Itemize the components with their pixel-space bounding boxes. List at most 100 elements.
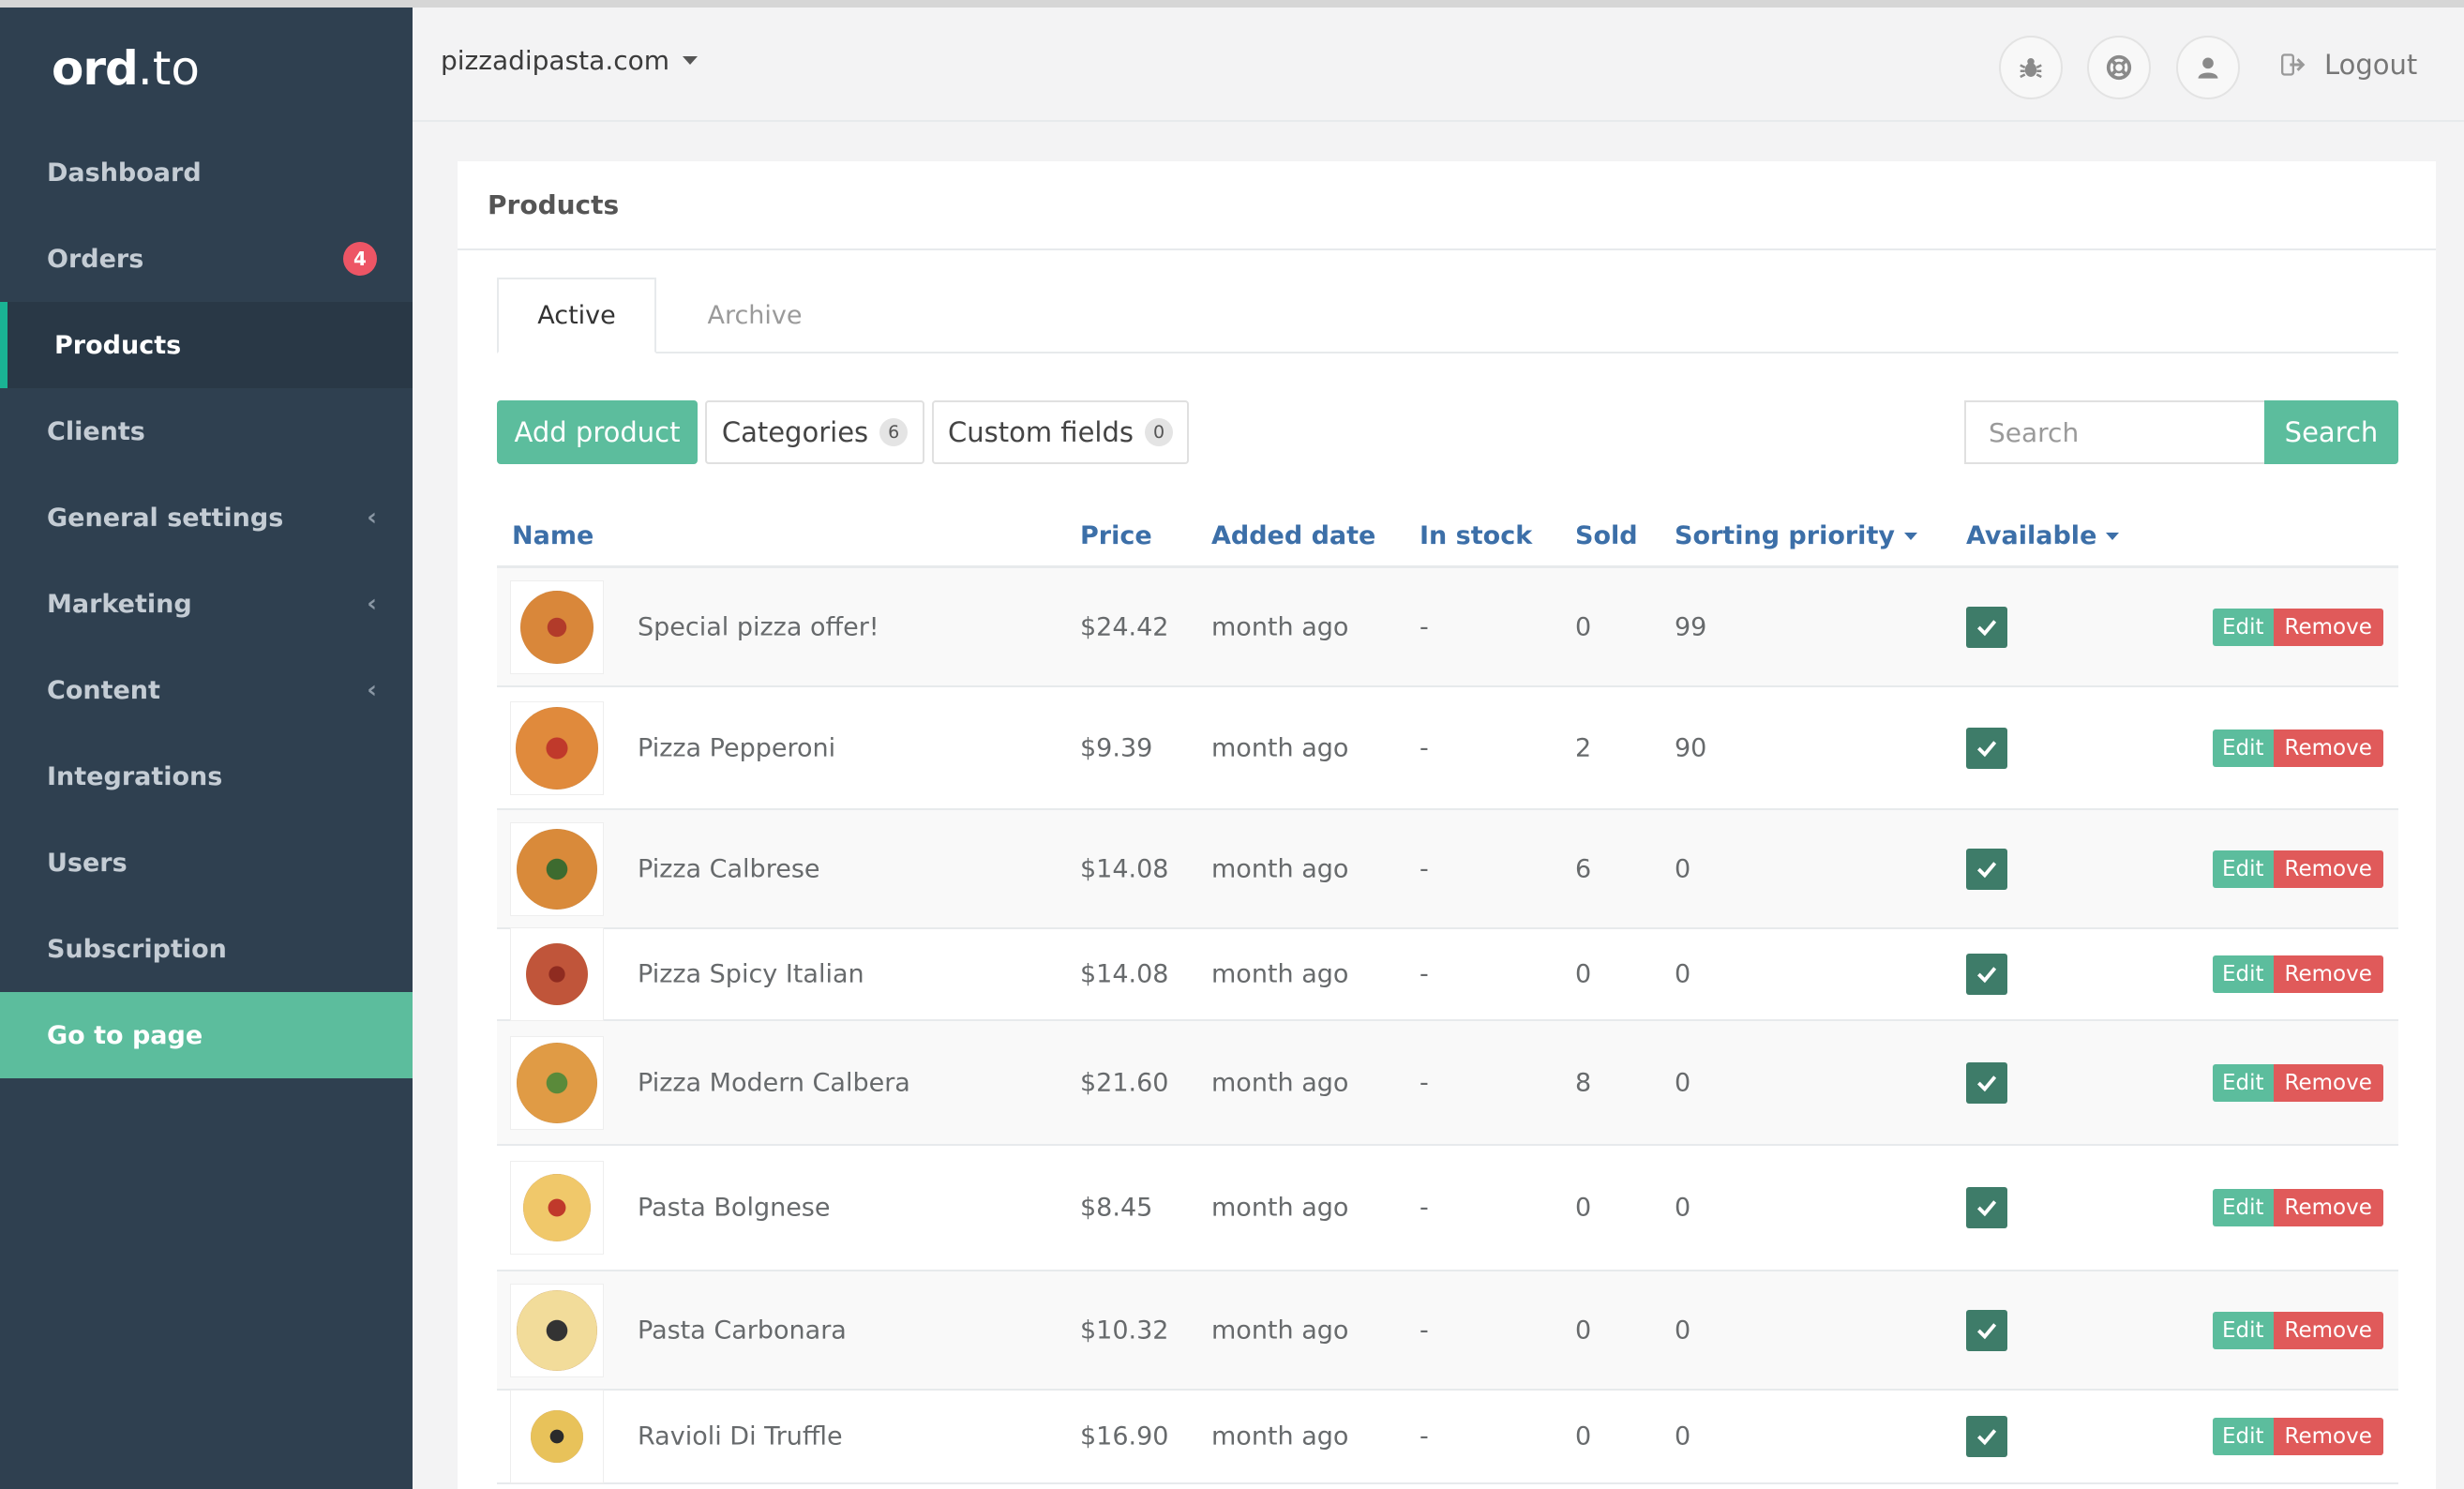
tab-archive[interactable]: Archive bbox=[656, 278, 853, 353]
product-price: $16.90 bbox=[1080, 1421, 1169, 1451]
domain-selector[interactable]: pizzadipasta.com bbox=[441, 45, 699, 76]
sidebar-item-go-to-page[interactable]: Go to page bbox=[0, 992, 413, 1078]
edit-button[interactable]: Edit bbox=[2213, 1311, 2274, 1349]
edit-button[interactable]: Edit bbox=[2213, 608, 2274, 646]
column-header-added-date[interactable]: Added date bbox=[1211, 521, 1375, 550]
column-header-price[interactable]: Price bbox=[1080, 521, 1152, 550]
user-profile-button[interactable] bbox=[2176, 36, 2240, 99]
top-bar: pizzadipasta.com Logout bbox=[413, 8, 2464, 122]
product-thumbnail[interactable] bbox=[510, 1161, 604, 1255]
remove-button[interactable]: Remove bbox=[2273, 955, 2383, 993]
sidebar-item-users[interactable]: Users bbox=[0, 820, 413, 906]
edit-button[interactable]: Edit bbox=[2213, 1063, 2274, 1102]
product-in-stock: - bbox=[1420, 959, 1429, 989]
remove-button[interactable]: Remove bbox=[2273, 850, 2383, 888]
edit-button[interactable]: Edit bbox=[2213, 955, 2274, 993]
product-thumbnail[interactable] bbox=[510, 579, 604, 674]
product-added-date: month ago bbox=[1211, 1068, 1349, 1097]
available-checkbox[interactable] bbox=[1966, 1416, 2007, 1457]
row-actions: Edit Remove bbox=[2213, 850, 2383, 888]
sidebar-item-content[interactable]: Content ‹ bbox=[0, 647, 413, 733]
sidebar-item-orders[interactable]: Orders 4 bbox=[0, 216, 413, 302]
table-row: Pizza Modern Calbera $21.60 month ago - 8 0 Ed… bbox=[497, 1021, 2398, 1146]
row-actions: Edit Remove bbox=[2213, 1063, 2383, 1102]
sidebar-item-dashboard[interactable]: Dashboard bbox=[0, 129, 413, 216]
product-thumbnail[interactable] bbox=[510, 1283, 604, 1377]
column-header-available[interactable]: Available bbox=[1966, 521, 2120, 550]
sidebar-item-label: Go to page bbox=[47, 1020, 203, 1050]
available-checkbox[interactable] bbox=[1966, 606, 2007, 648]
chevron-left-icon: ‹ bbox=[367, 676, 377, 704]
product-name[interactable]: Special pizza offer! bbox=[638, 612, 879, 641]
product-thumbnail[interactable] bbox=[510, 927, 604, 1021]
sidebar-item-products[interactable]: Products bbox=[0, 302, 413, 388]
column-header-sold-label: Sold bbox=[1575, 521, 1638, 550]
available-checkbox[interactable] bbox=[1966, 1061, 2007, 1104]
sidebar-item-general-settings[interactable]: General settings ‹ bbox=[0, 474, 413, 561]
product-sorting-priority: 0 bbox=[1675, 1421, 1691, 1451]
product-name[interactable]: Pizza Pepperoni bbox=[638, 733, 835, 762]
column-header-sorting-priority-label: Sorting priority bbox=[1675, 521, 1895, 550]
column-header-name[interactable]: Name bbox=[512, 521, 593, 550]
chevron-left-icon: ‹ bbox=[367, 504, 377, 532]
edit-button[interactable]: Edit bbox=[2213, 1418, 2274, 1455]
product-name[interactable]: Pasta Carbonara bbox=[638, 1316, 847, 1345]
custom-fields-label: Custom fields bbox=[947, 416, 1134, 448]
product-name[interactable]: Pasta Bolgnese bbox=[638, 1194, 830, 1223]
available-checkbox[interactable] bbox=[1966, 727, 2007, 769]
available-checkbox[interactable] bbox=[1966, 1309, 2007, 1351]
remove-button[interactable]: Remove bbox=[2273, 729, 2383, 767]
remove-button[interactable]: Remove bbox=[2273, 1189, 2383, 1226]
product-image bbox=[517, 1289, 597, 1371]
product-thumbnail[interactable] bbox=[510, 1035, 604, 1130]
edit-button[interactable]: Edit bbox=[2213, 850, 2274, 888]
product-name[interactable]: Pizza Calbrese bbox=[638, 854, 820, 883]
edit-button[interactable]: Edit bbox=[2213, 729, 2274, 767]
search-input[interactable] bbox=[1964, 400, 2264, 464]
add-product-button[interactable]: Add product bbox=[497, 400, 698, 464]
check-icon bbox=[1976, 619, 1997, 636]
row-actions: Edit Remove bbox=[2213, 729, 2383, 767]
row-actions: Edit Remove bbox=[2213, 955, 2383, 993]
available-checkbox[interactable] bbox=[1966, 954, 2007, 995]
available-checkbox[interactable] bbox=[1966, 1187, 2007, 1228]
sidebar-item-subscription[interactable]: Subscription bbox=[0, 906, 413, 992]
column-header-sorting-priority[interactable]: Sorting priority bbox=[1675, 521, 1917, 550]
product-in-stock: - bbox=[1420, 1316, 1429, 1345]
product-name[interactable]: Ravioli Di Truffle bbox=[638, 1422, 843, 1451]
remove-button[interactable]: Remove bbox=[2273, 1418, 2383, 1455]
product-name[interactable]: Pizza Spicy Italian bbox=[638, 960, 864, 989]
column-header-in-stock[interactable]: In stock bbox=[1420, 521, 1532, 550]
table-row: Pasta Carbonara $10.32 month ago - 0 0 Edit Rem… bbox=[497, 1271, 2398, 1391]
available-checkbox[interactable] bbox=[1966, 848, 2007, 890]
categories-button[interactable]: Categories 6 bbox=[705, 400, 924, 464]
column-header-available-label: Available bbox=[1966, 521, 2097, 550]
search-button[interactable]: Search bbox=[2264, 400, 2398, 464]
tab-active[interactable]: Active bbox=[497, 278, 656, 353]
sidebar-item-label: Orders bbox=[47, 244, 144, 274]
brand-logo[interactable]: ord. to bbox=[0, 8, 413, 129]
table-row: Pizza Calbrese $14.08 month ago - 6 0 Edit Remo… bbox=[497, 810, 2398, 929]
remove-button[interactable]: Remove bbox=[2273, 1311, 2383, 1349]
column-header-sold[interactable]: Sold bbox=[1575, 521, 1638, 550]
bug-report-button[interactable] bbox=[1999, 36, 2063, 99]
product-thumbnail[interactable] bbox=[510, 821, 604, 916]
product-sold: 0 bbox=[1575, 1193, 1592, 1223]
remove-button[interactable]: Remove bbox=[2273, 1063, 2383, 1102]
product-added-date: month ago bbox=[1211, 959, 1349, 989]
edit-button[interactable]: Edit bbox=[2213, 1189, 2274, 1226]
remove-button[interactable]: Remove bbox=[2273, 608, 2383, 646]
sidebar-item-integrations[interactable]: Integrations bbox=[0, 733, 413, 820]
custom-fields-button[interactable]: Custom fields 0 bbox=[932, 400, 1189, 464]
logout-button[interactable]: Logout bbox=[2281, 49, 2417, 81]
product-in-stock: - bbox=[1420, 733, 1429, 762]
product-image bbox=[517, 828, 597, 910]
product-thumbnail[interactable] bbox=[510, 1390, 604, 1483]
sidebar-item-marketing[interactable]: Marketing ‹ bbox=[0, 561, 413, 647]
sidebar-item-clients[interactable]: Clients bbox=[0, 388, 413, 474]
product-name[interactable]: Pizza Modern Calbera bbox=[638, 1068, 910, 1097]
sidebar-item-label: Products bbox=[54, 330, 182, 360]
custom-fields-count-badge: 0 bbox=[1145, 418, 1173, 446]
product-thumbnail[interactable] bbox=[510, 700, 604, 795]
help-button[interactable] bbox=[2087, 36, 2151, 99]
